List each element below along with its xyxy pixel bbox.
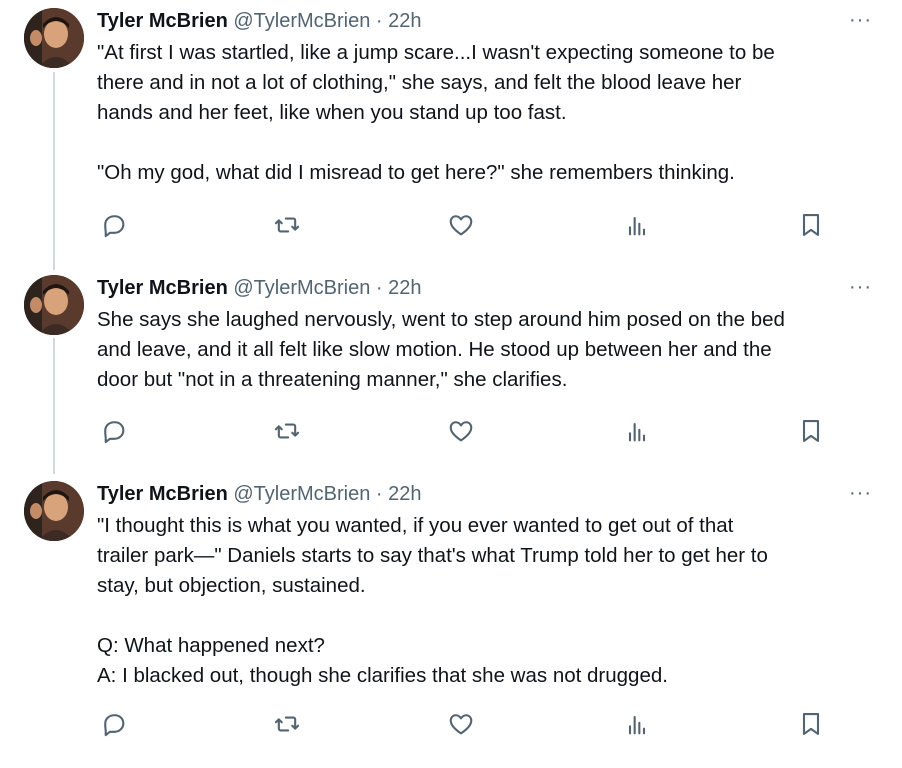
avatar[interactable] (24, 8, 84, 68)
retweet-icon[interactable] (273, 710, 301, 738)
tweet-text-line: A: I blacked out, though she clarifies t… (97, 664, 668, 687)
avatar[interactable] (24, 275, 84, 335)
retweet-icon[interactable] (273, 211, 301, 239)
tweet[interactable]: Tyler McBrien @TylerMcBrien · 22h ··· Sh… (0, 275, 902, 455)
tweet-text: She says she laughed nervously, went to … (97, 305, 882, 395)
tweet-text-line: "At first I was startled, like a jump sc… (97, 41, 775, 64)
like-icon[interactable] (447, 211, 475, 239)
action-bar (0, 417, 902, 447)
views-icon[interactable] (623, 710, 651, 738)
tweet-text-line: Q: What happened next? (97, 634, 325, 657)
views-icon[interactable] (623, 417, 651, 445)
tweet-text-line: She says she laughed nervously, went to … (97, 308, 785, 331)
like-icon[interactable] (447, 710, 475, 738)
more-options-icon[interactable]: ··· (849, 10, 872, 30)
tweet-text-line: trailer park—" Daniels starts to say tha… (97, 544, 768, 567)
retweet-icon[interactable] (273, 417, 301, 445)
timestamp[interactable]: 22h (388, 10, 421, 32)
more-options-icon[interactable]: ··· (849, 483, 872, 503)
tweet-text-line (97, 601, 882, 631)
tweet[interactable]: Tyler McBrien @TylerMcBrien · 22h ··· "I… (0, 481, 902, 761)
author-name[interactable]: Tyler McBrien (97, 483, 228, 505)
author-name[interactable]: Tyler McBrien (97, 277, 228, 299)
timestamp[interactable]: 22h (388, 277, 421, 299)
separator-dot: · (375, 277, 383, 299)
reply-icon[interactable] (100, 211, 128, 239)
author-name[interactable]: Tyler McBrien (97, 10, 228, 32)
tweet-text-line: hands and her feet, like when you stand … (97, 101, 567, 124)
tweet-header: Tyler McBrien @TylerMcBrien · 22h (97, 275, 422, 301)
timestamp[interactable]: 22h (388, 483, 421, 505)
tweet[interactable]: Tyler McBrien @TylerMcBrien · 22h ··· "A… (0, 8, 902, 248)
bookmark-icon[interactable] (797, 710, 825, 738)
author-handle[interactable]: @TylerMcBrien (233, 483, 370, 505)
tweet-text-line: "Oh my god, what did I misread to get he… (97, 161, 735, 184)
action-bar (0, 211, 902, 241)
tweet-text-line: stay, but objection, sustained. (97, 574, 366, 597)
reply-icon[interactable] (100, 710, 128, 738)
action-bar (0, 710, 902, 740)
tweet-header: Tyler McBrien @TylerMcBrien · 22h (97, 8, 422, 34)
more-options-icon[interactable]: ··· (849, 277, 872, 297)
avatar[interactable] (24, 481, 84, 541)
tweet-text: "I thought this is what you wanted, if y… (97, 511, 882, 691)
author-handle[interactable]: @TylerMcBrien (233, 277, 370, 299)
like-icon[interactable] (447, 417, 475, 445)
separator-dot: · (375, 483, 383, 505)
views-icon[interactable] (623, 211, 651, 239)
tweet-text-line (97, 128, 882, 158)
reply-icon[interactable] (100, 417, 128, 445)
bookmark-icon[interactable] (797, 417, 825, 445)
tweet-text: "At first I was startled, like a jump sc… (97, 38, 882, 188)
tweet-text-line: there and in not a lot of clothing," she… (97, 71, 742, 94)
tweet-text-line: and leave, and it all felt like slow mot… (97, 338, 772, 361)
tweet-text-line: "I thought this is what you wanted, if y… (97, 514, 734, 537)
bookmark-icon[interactable] (797, 211, 825, 239)
tweet-header: Tyler McBrien @TylerMcBrien · 22h (97, 481, 422, 507)
author-handle[interactable]: @TylerMcBrien (233, 10, 370, 32)
tweet-text-line: door but "not in a threatening manner," … (97, 368, 568, 391)
separator-dot: · (375, 10, 383, 32)
